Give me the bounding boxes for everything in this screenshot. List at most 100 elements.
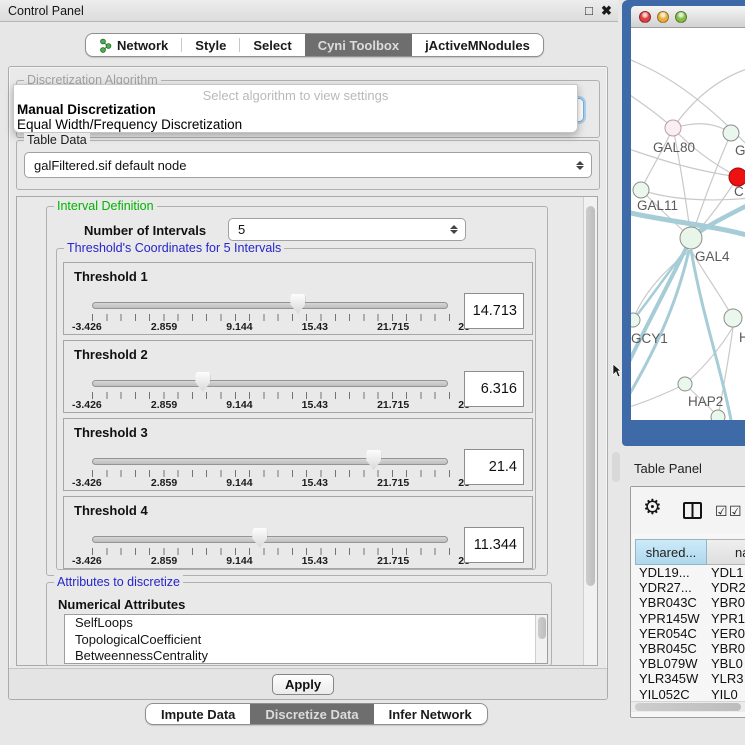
slider-thumb[interactable]: [252, 528, 267, 548]
node-gal4[interactable]: [680, 227, 702, 249]
columns-icon[interactable]: [683, 502, 702, 519]
slider-thumb[interactable]: [195, 372, 210, 392]
node-partial-bottom[interactable]: [711, 410, 725, 420]
slider-thumb[interactable]: [290, 294, 305, 314]
attributes-listbox[interactable]: SelfLoopsTopologicalCoefficientBetweenne…: [64, 614, 548, 664]
top-tabbar: Network Style Select Cyni Toolbox jActiv…: [85, 33, 544, 57]
cell-shared-name[interactable]: YDR27...: [635, 580, 707, 595]
node-hap2[interactable]: [678, 377, 692, 391]
node-pink[interactable]: [665, 120, 681, 136]
network-canvas[interactable]: GAL80 GA C GAL11 GAL4 GCY1 H HAP2: [631, 28, 745, 420]
close-window-icon[interactable]: ✖: [601, 3, 612, 19]
cell-shared-name[interactable]: YIL052C: [635, 687, 707, 702]
cell-shared-name[interactable]: YDL19...: [635, 565, 707, 580]
table-row[interactable]: YBR043C YBR0: [635, 595, 745, 610]
cell-name[interactable]: YDL1: [707, 565, 745, 580]
node-label-gal11: GAL11: [637, 198, 678, 213]
tab-impute-data[interactable]: Impute Data: [146, 704, 250, 724]
threshold-value-field[interactable]: 11.344: [464, 527, 524, 563]
table-row[interactable]: YDL19... YDL1: [635, 565, 745, 580]
attribute-list-item[interactable]: TopologicalCoefficient: [65, 632, 547, 649]
tab-network-label: Network: [117, 38, 168, 53]
hscrollbar-thumb[interactable]: [635, 703, 741, 711]
node-h[interactable]: [724, 309, 742, 327]
interval-group-title: Interval Definition: [54, 199, 157, 213]
table-row[interactable]: YLR345W YLR3: [635, 671, 745, 686]
cell-shared-name[interactable]: YPR145W: [635, 611, 707, 626]
cell-shared-name[interactable]: YBL079W: [635, 656, 707, 671]
tab-cyni-toolbox[interactable]: Cyni Toolbox: [305, 34, 412, 56]
float-window-icon[interactable]: □: [585, 3, 593, 18]
attribute-list-item[interactable]: SelfLoops: [65, 615, 547, 632]
slider-ticks: [92, 548, 450, 555]
threshold-panel: Threshold 3 -3.426 2.859 9.144 15.43 21.…: [63, 418, 533, 491]
table-row[interactable]: YER054C YER0: [635, 626, 745, 641]
column-header-name[interactable]: na: [707, 539, 745, 565]
vertical-scrollbar[interactable]: [583, 197, 597, 665]
cell-shared-name[interactable]: YBR045C: [635, 641, 707, 656]
screen: Control Panel □ ✖ Network Style Select C…: [0, 0, 745, 745]
cell-name[interactable]: YBR0: [707, 641, 745, 656]
node-gcy1[interactable]: [631, 313, 640, 327]
threshold-panel: Threshold 4 -3.426 2.859 9.144 15.43 21.…: [63, 496, 533, 569]
cell-name[interactable]: YBL0: [707, 656, 745, 671]
apply-button[interactable]: Apply: [272, 674, 334, 695]
close-traffic-light-icon[interactable]: [639, 11, 651, 23]
mouse-cursor: [612, 364, 622, 378]
table-row[interactable]: YDR27... YDR2: [635, 580, 745, 595]
tab-infer-network[interactable]: Infer Network: [374, 704, 487, 724]
scrollbar-thumb[interactable]: [586, 206, 595, 586]
slider-scale: -3.426 2.859 9.144 15.43 21.715 28: [72, 321, 470, 333]
num-intervals-label: Number of Intervals: [84, 223, 206, 238]
threshold-panel: Threshold 1 -3.426 2.859 9.144 15.43 21.…: [63, 262, 533, 335]
dropdown-option-equal-width[interactable]: Equal Width/Frequency Discretization: [17, 117, 242, 132]
splitter-scroll-thumb[interactable]: [612, 452, 620, 482]
threshold-value-field[interactable]: 14.713: [464, 293, 524, 329]
cell-name[interactable]: YER0: [707, 626, 745, 641]
cell-name[interactable]: YPR1: [707, 611, 745, 626]
table-data-combobox[interactable]: galFiltered.sif default node: [24, 152, 592, 178]
table-toolbar: ⚙ ☑ ☑: [631, 487, 745, 533]
node-label-c: C: [734, 184, 744, 199]
tab-network[interactable]: Network: [86, 34, 181, 56]
table-row[interactable]: YIL052C YIL0: [635, 687, 745, 702]
minimize-traffic-light-icon[interactable]: [657, 11, 669, 23]
cell-shared-name[interactable]: YBR043C: [635, 595, 707, 610]
list-scrollbar[interactable]: [535, 615, 547, 663]
threshold-label: Threshold 3: [74, 425, 148, 440]
node-gal11[interactable]: [633, 182, 649, 198]
cell-shared-name[interactable]: YLR345W: [635, 671, 707, 686]
gear-icon[interactable]: ⚙: [643, 495, 662, 520]
table-row[interactable]: YPR145W YPR1: [635, 611, 745, 626]
cell-name[interactable]: YBR0: [707, 595, 745, 610]
slider-scale: -3.426 2.859 9.144 15.43 21.715 28: [72, 477, 470, 489]
cell-name[interactable]: YLR3: [707, 671, 745, 686]
threshold-value-field[interactable]: 6.316: [464, 371, 524, 407]
cell-shared-name[interactable]: YER054C: [635, 626, 707, 641]
zoom-traffic-light-icon[interactable]: [675, 11, 687, 23]
tab-discretize-data[interactable]: Discretize Data: [250, 704, 373, 724]
checkbox-icon[interactable]: ☑: [715, 503, 728, 520]
dropdown-option-manual[interactable]: Manual Discretization: [17, 102, 156, 117]
num-intervals-value: 5: [238, 222, 245, 237]
checkbox-icon[interactable]: ☑: [729, 503, 742, 520]
dropdown-placeholder-option[interactable]: Select algorithm to view settings: [14, 88, 577, 103]
network-view-window: GAL80 GA C GAL11 GAL4 GCY1 H HAP2: [622, 0, 745, 446]
node-label-ga: GA: [735, 143, 745, 158]
table-row[interactable]: YBL079W YBL0: [635, 656, 745, 671]
slider-thumb[interactable]: [366, 450, 381, 470]
table-data-group-title: Table Data: [24, 133, 90, 147]
node-ga[interactable]: [723, 125, 739, 141]
cell-name[interactable]: YIL0: [707, 687, 745, 702]
horizontal-scrollbar[interactable]: [631, 701, 745, 712]
attribute-list-item[interactable]: BetweennessCentrality: [65, 648, 547, 664]
tab-style[interactable]: Style: [182, 34, 239, 56]
column-header-shared-name[interactable]: shared...: [635, 539, 707, 565]
tab-select[interactable]: Select: [240, 34, 304, 56]
tab-jactivemnodules[interactable]: jActiveMNodules: [412, 34, 543, 56]
num-intervals-combobox[interactable]: 5: [228, 218, 466, 241]
list-scrollbar-thumb[interactable]: [538, 617, 546, 639]
cell-name[interactable]: YDR2: [707, 580, 745, 595]
threshold-value-field[interactable]: 21.4: [464, 449, 524, 485]
table-row[interactable]: YBR045C YBR0: [635, 641, 745, 656]
